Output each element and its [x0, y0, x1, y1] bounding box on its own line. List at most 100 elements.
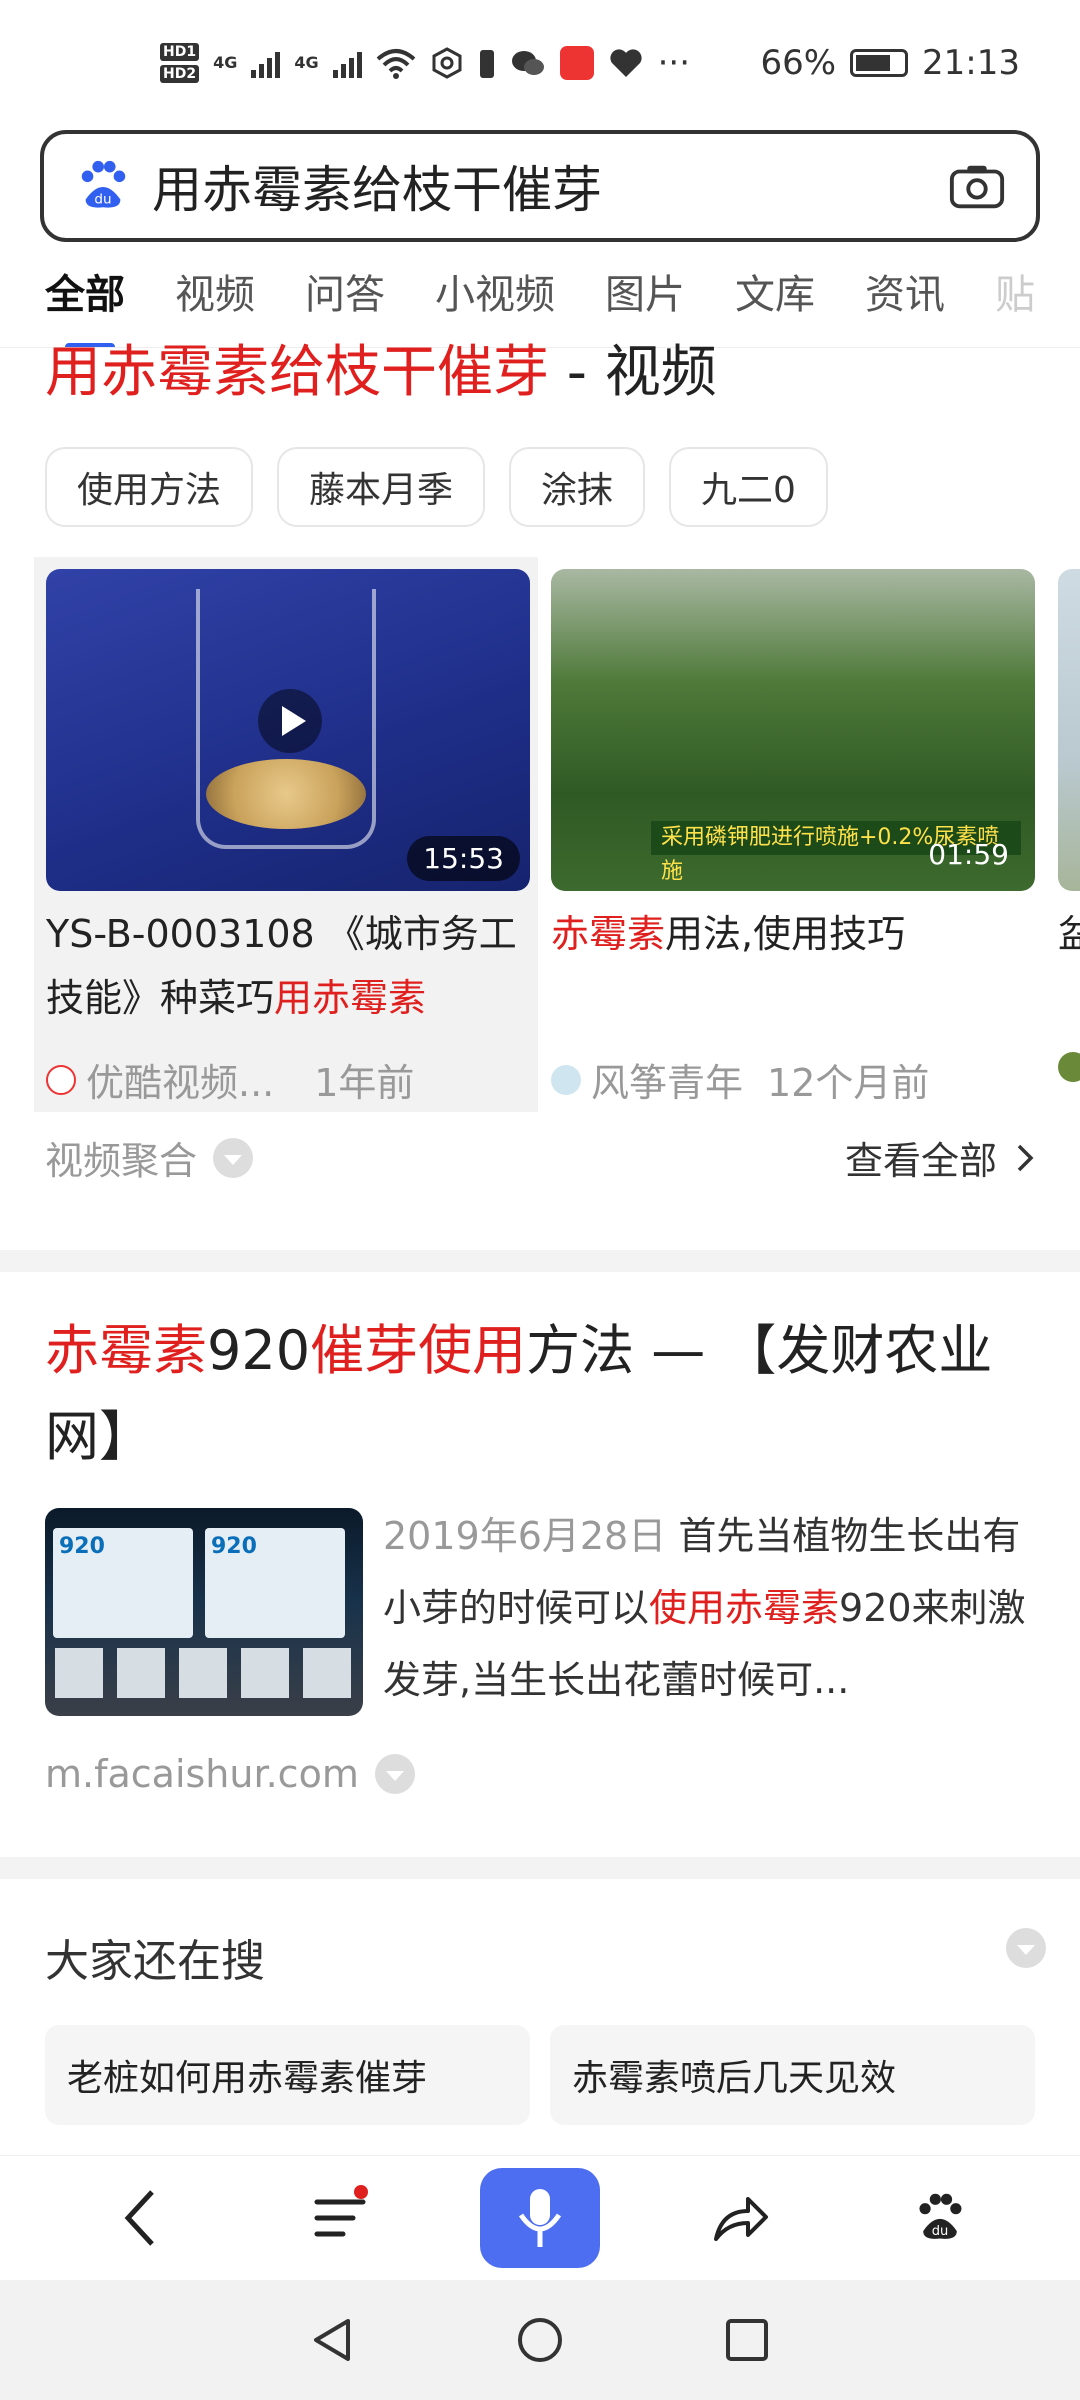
- battery-percent: 66%: [760, 42, 837, 83]
- nav-home-icon[interactable]: [515, 2315, 565, 2365]
- video-thumbnail[interactable]: 采用磷钾肥进行喷施+0.2%尿素喷施 01:59: [551, 569, 1035, 891]
- net2-label: 4G: [294, 53, 319, 72]
- video-duration: 15:53: [407, 836, 520, 881]
- filter-chips: 使用方法 藤本月季 涂抹 九二0: [45, 447, 828, 527]
- video-card-title[interactable]: 赤霉素用法,使用技巧: [551, 902, 1035, 966]
- nav-recents-icon[interactable]: [722, 2315, 772, 2365]
- tab-images[interactable]: 图片: [605, 260, 685, 347]
- product-box-label: 920: [211, 1534, 257, 1559]
- share-button[interactable]: [680, 2163, 800, 2273]
- status-bar: HD1 HD2 4G 4G ··· 66% 21:13: [0, 0, 1080, 125]
- microphone-icon: [518, 2189, 562, 2247]
- result-title-part: 920: [207, 1319, 311, 1382]
- video-title-highlight: 用赤霉素给枝干催芽: [45, 340, 549, 405]
- chip-smear[interactable]: 涂抹: [509, 447, 646, 527]
- youku-icon: [46, 1064, 76, 1095]
- menu-icon: [314, 2199, 366, 2237]
- result-date: 2019年6月28日: [383, 1514, 667, 1558]
- result-image[interactable]: 920 920: [45, 1508, 363, 1716]
- hd1-badge: HD1: [160, 42, 200, 61]
- section-divider: [0, 1857, 1080, 1879]
- video-card[interactable]: 采用磷钾肥进行喷施+0.2%尿素喷施 01:59 赤霉素用法,使用技巧 风筝青年…: [539, 557, 1043, 1112]
- search-box[interactable]: du 用赤霉素给枝干催芽: [40, 130, 1040, 242]
- packets-image: [55, 1648, 355, 1698]
- video-card-title[interactable]: 盆: [1058, 902, 1080, 966]
- chip-920[interactable]: 九二0: [669, 447, 828, 527]
- camera-icon[interactable]: [948, 161, 1006, 211]
- more-notifications: ···: [657, 42, 691, 83]
- nfc-icon: [432, 46, 462, 79]
- status-left: HD1 HD2 4G 4G ···: [160, 41, 690, 85]
- video-source: 风筝青年: [591, 1061, 744, 1105]
- video-card-title[interactable]: YS-B-0003108 《城市务工技能》种菜巧用赤霉素: [46, 902, 530, 1030]
- video-card[interactable]: 15:53 YS-B-0003108 《城市务工技能》种菜巧用赤霉素 优酷视频.…: [34, 557, 538, 1112]
- battery-icon: [850, 48, 909, 77]
- hd-badges: HD1 HD2: [160, 41, 200, 85]
- result-title[interactable]: 赤霉素920催芽使用方法 — 【发财农业网】: [45, 1308, 1035, 1480]
- chevron-down-icon[interactable]: [374, 1754, 415, 1794]
- video-meta: 风筝青年 12个月前: [551, 1052, 929, 1107]
- share-icon: [714, 2197, 768, 2241]
- system-nav-bar: [0, 2280, 1080, 2400]
- chip-usage[interactable]: 使用方法: [45, 447, 254, 527]
- product-box-label: 920: [59, 1534, 105, 1559]
- video-title-highlight: 赤霉素: [551, 912, 666, 956]
- video-thumbnail[interactable]: 15:53: [46, 569, 530, 891]
- svg-text:du: du: [94, 191, 111, 207]
- source-avatar-icon: [551, 1064, 581, 1095]
- status-right: 66% 21:13: [760, 43, 1020, 83]
- heart-rate-icon: [610, 48, 642, 77]
- tab-all[interactable]: 全部: [45, 260, 125, 347]
- video-source: 优酷视频...: [86, 1061, 275, 1105]
- video-carousel: 15:53 YS-B-0003108 《城市务工技能》种菜巧用赤霉素 优酷视频.…: [34, 557, 1080, 1112]
- video-aggregate-label: 视频聚合: [45, 1139, 198, 1183]
- related-search-item[interactable]: 赤霉素喷后几天见效: [550, 2025, 1035, 2125]
- video-duration: 01:59: [928, 838, 1009, 871]
- tab-library[interactable]: 文库: [735, 260, 815, 347]
- baidu-home-button[interactable]: du: [880, 2163, 1000, 2273]
- video-meta: 优酷视频... 1年前: [46, 1052, 414, 1107]
- view-all-link[interactable]: 查看全部: [845, 1130, 1035, 1185]
- chevron-right-icon: [1017, 1144, 1034, 1171]
- back-button[interactable]: [80, 2163, 200, 2273]
- video-thumbnail[interactable]: [1058, 569, 1080, 891]
- chevron-down-icon[interactable]: [213, 1137, 254, 1178]
- related-search-item[interactable]: 老桩如何用赤霉素催芽: [45, 2025, 530, 2125]
- voice-search-button[interactable]: [480, 2168, 600, 2268]
- baidu-paw-icon: du: [919, 2193, 962, 2239]
- baidu-paw-icon: du: [81, 160, 126, 208]
- chevron-down-icon[interactable]: [1006, 1928, 1046, 1968]
- tab-news[interactable]: 资讯: [865, 260, 945, 347]
- tab-qa[interactable]: 问答: [305, 260, 385, 347]
- back-arrow-icon: [124, 2190, 154, 2246]
- video-title-suffix: - 视频: [549, 340, 717, 405]
- view-all-label: 查看全部: [844, 1139, 997, 1183]
- net1-label: 4G: [213, 53, 238, 72]
- video-title-highlight: 用赤霉素: [274, 976, 427, 1020]
- result-snippet-highlight: 使用赤霉素: [649, 1586, 840, 1630]
- product-box-image: 920: [205, 1528, 345, 1638]
- play-icon[interactable]: [258, 689, 322, 753]
- battery-small-icon: [479, 49, 494, 78]
- video-aggregate-row: 视频聚合 查看全部: [45, 1130, 1035, 1185]
- tab-tieba[interactable]: 贴: [995, 260, 1035, 347]
- signal2-icon: [332, 48, 362, 78]
- result-url[interactable]: m.facaishur.com: [45, 1752, 359, 1796]
- clock: 21:13: [922, 42, 1020, 83]
- tab-short-video[interactable]: 小视频: [435, 260, 555, 347]
- video-title-text: 用法,使用技巧: [665, 912, 906, 956]
- result-url-row: m.facaishur.com: [45, 1752, 415, 1796]
- search-query[interactable]: 用赤霉素给枝干催芽: [152, 150, 948, 222]
- tab-video[interactable]: 视频: [175, 260, 255, 347]
- video-section-title[interactable]: 用赤霉素给枝干催芽 - 视频: [45, 338, 717, 408]
- wifi-icon: [376, 48, 415, 79]
- wechat-icon: [511, 50, 544, 75]
- seeds-image: [206, 759, 366, 829]
- chip-climbing-rose[interactable]: 藤本月季: [277, 447, 486, 527]
- video-card[interactable]: 盆: [1046, 557, 1080, 1112]
- svg-text:du: du: [932, 2224, 949, 2239]
- menu-button[interactable]: [280, 2163, 400, 2273]
- result-snippet[interactable]: 2019年6月28日 首先当植物生长出有小芽的时候可以使用赤霉素920来刺激发芽…: [383, 1500, 1033, 1716]
- nav-back-icon[interactable]: [308, 2315, 358, 2365]
- result-title-part: 赤霉素: [45, 1319, 207, 1382]
